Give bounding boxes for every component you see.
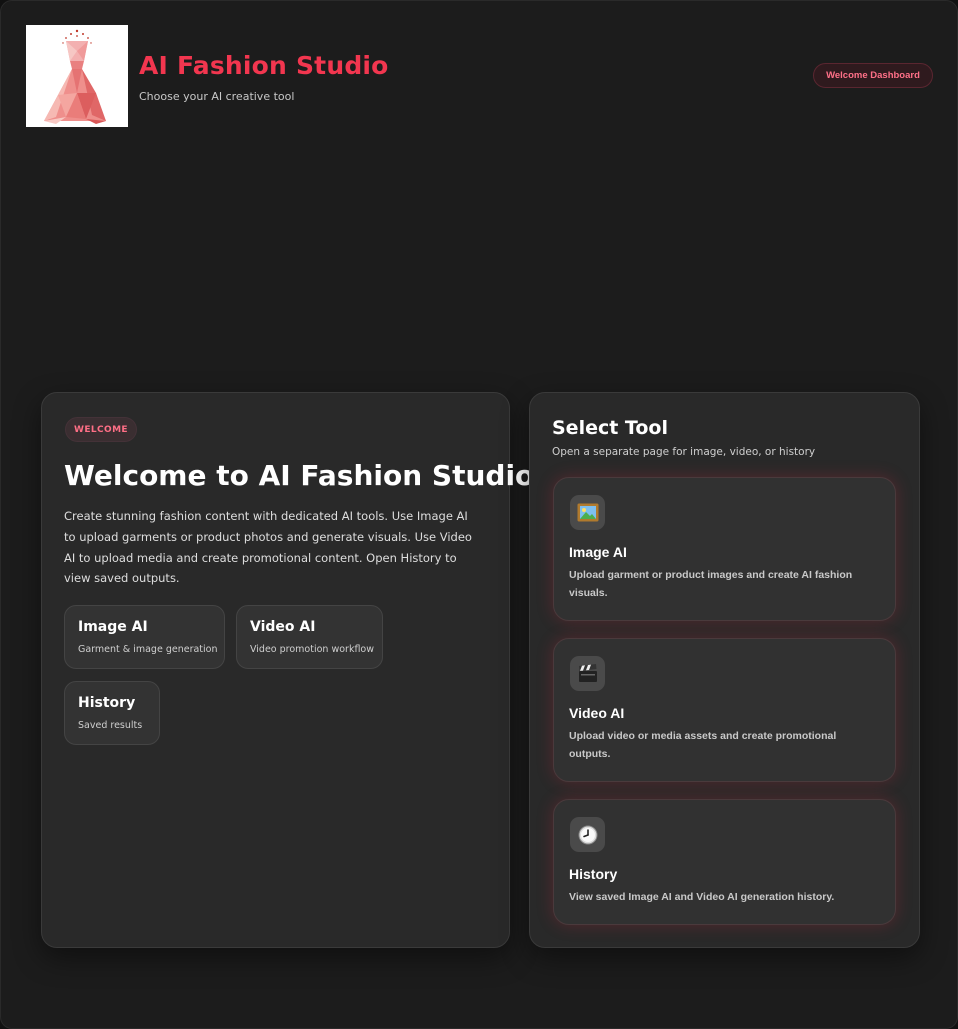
welcome-description: Create stunning fashion content with ded… <box>64 509 472 586</box>
shortcut-title: Image AI <box>78 619 148 635</box>
welcome-heading: Welcome to AI Fashion Studio <box>64 459 535 492</box>
app-window: AI Fashion Studio Choose your AI creativ… <box>0 0 958 1029</box>
tool-card-history[interactable]: History View saved Image AI and Video AI… <box>553 799 896 925</box>
app-title: AI Fashion Studio <box>139 51 389 80</box>
clock-icon <box>570 817 605 852</box>
shortcut-history[interactable]: History Saved results <box>64 681 160 745</box>
tool-name: Video AI <box>569 705 625 721</box>
select-tool-subheading: Open a separate page for image, video, o… <box>552 446 816 458</box>
tool-description: Upload video or media assets and create … <box>569 730 837 760</box>
tool-card-video-ai[interactable]: Video AI Upload video or media assets an… <box>553 638 896 782</box>
welcome-pill: WELCOME <box>65 417 137 442</box>
tool-description: Upload garment or product images and cre… <box>569 569 853 599</box>
tool-name: Image AI <box>569 544 627 560</box>
shortcut-image-ai[interactable]: Image AI Garment & image generation <box>64 605 225 669</box>
shortcut-subtitle: Saved results <box>78 720 143 731</box>
shortcut-title: History <box>78 695 136 711</box>
select-tool-panel: Select Tool Open a separate page for ima… <box>529 392 920 948</box>
app-subtitle: Choose your AI creative tool <box>139 90 295 103</box>
shortcut-video-ai[interactable]: Video AI Video promotion workflow <box>236 605 383 669</box>
tool-description: View saved Image AI and Video AI generat… <box>569 891 835 903</box>
select-tool-heading: Select Tool <box>552 417 668 439</box>
welcome-dashboard-badge[interactable]: Welcome Dashboard <box>813 63 933 88</box>
welcome-panel: WELCOME Welcome to AI Fashion Studio Cre… <box>41 392 534 948</box>
tool-card-image-ai[interactable]: Image AI Upload garment or product image… <box>553 477 896 621</box>
tool-name: History <box>569 866 618 882</box>
clapper-board-icon <box>570 656 605 691</box>
shortcut-title: Video AI <box>250 619 316 635</box>
shortcut-subtitle: Garment & image generation <box>78 644 218 655</box>
brand-logo <box>26 25 128 127</box>
framed-picture-icon <box>570 495 605 530</box>
shortcut-subtitle: Video promotion workflow <box>250 644 375 655</box>
